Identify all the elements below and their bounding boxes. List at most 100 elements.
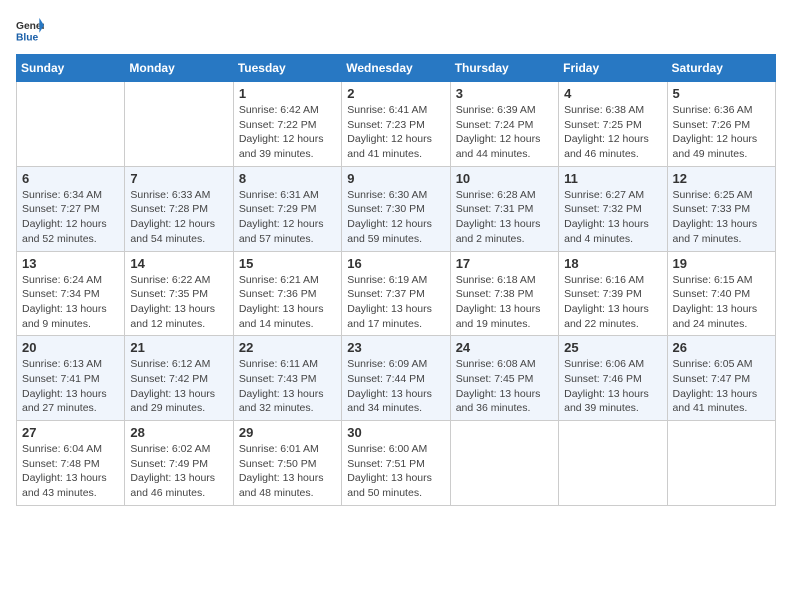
- day-number: 13: [22, 256, 119, 271]
- day-number: 11: [564, 171, 661, 186]
- weekday-header-sunday: Sunday: [17, 55, 125, 82]
- day-info: Sunrise: 6:28 AM Sunset: 7:31 PM Dayligh…: [456, 188, 553, 247]
- day-info: Sunrise: 6:19 AM Sunset: 7:37 PM Dayligh…: [347, 273, 444, 332]
- calendar-cell: 20Sunrise: 6:13 AM Sunset: 7:41 PM Dayli…: [17, 336, 125, 421]
- calendar-cell: 8 Sunrise: 6:31 AM Sunset: 7:29 PM Daylig…: [233, 166, 341, 251]
- day-number: 18: [564, 256, 661, 271]
- day-number: 8: [239, 171, 336, 186]
- day-info: Sunrise: 6:00 AM Sunset: 7:51 PM Dayligh…: [347, 442, 444, 501]
- day-info: Sunrise: 6:05 AM Sunset: 7:47 PM Dayligh…: [673, 357, 770, 416]
- day-info: Sunrise: 6:39 AM Sunset: 7:24 PM Dayligh…: [456, 103, 553, 162]
- day-number: 24: [456, 340, 553, 355]
- day-number: 27: [22, 425, 119, 440]
- weekday-header-wednesday: Wednesday: [342, 55, 450, 82]
- calendar-cell: 26 Sunrise: 6:05 AM Sunset: 7:47 PM Dayli…: [667, 336, 775, 421]
- day-number: 4: [564, 86, 661, 101]
- day-number: 15: [239, 256, 336, 271]
- calendar-cell: 19 Sunrise: 6:15 AM Sunset: 7:40 PM Dayli…: [667, 251, 775, 336]
- day-number: 10: [456, 171, 553, 186]
- day-info: Sunrise: 6:25 AM Sunset: 7:33 PM Dayligh…: [673, 188, 770, 247]
- calendar-header-row: SundayMondayTuesdayWednesdayThursdayFrid…: [17, 55, 776, 82]
- calendar-cell: 13 Sunrise: 6:24 AM Sunset: 7:34 PM Dayli…: [17, 251, 125, 336]
- calendar-cell: 3 Sunrise: 6:39 AM Sunset: 7:24 PM Daylig…: [450, 82, 558, 167]
- calendar-cell: 5 Sunrise: 6:36 AM Sunset: 7:26 PM Daylig…: [667, 82, 775, 167]
- calendar-cell: 18 Sunrise: 6:16 AM Sunset: 7:39 PM Dayli…: [559, 251, 667, 336]
- day-number: 30: [347, 425, 444, 440]
- day-number: 14: [130, 256, 227, 271]
- calendar-cell: 7 Sunrise: 6:33 AM Sunset: 7:28 PM Daylig…: [125, 166, 233, 251]
- calendar-cell: 22Sunrise: 6:11 AM Sunset: 7:43 PM Dayli…: [233, 336, 341, 421]
- day-info: Sunrise: 6:33 AM Sunset: 7:28 PM Dayligh…: [130, 188, 227, 247]
- day-number: 5: [673, 86, 770, 101]
- calendar-cell: 6 Sunrise: 6:34 AM Sunset: 7:27 PM Daylig…: [17, 166, 125, 251]
- calendar-cell: 23 Sunrise: 6:09 AM Sunset: 7:44 PM Dayli…: [342, 336, 450, 421]
- weekday-header-tuesday: Tuesday: [233, 55, 341, 82]
- calendar-cell: [17, 82, 125, 167]
- svg-text:Blue: Blue: [16, 32, 39, 43]
- day-info: Sunrise: 6:04 AM Sunset: 7:48 PM Dayligh…: [22, 442, 119, 501]
- day-info: Sunrise: 6:09 AM Sunset: 7:44 PM Dayligh…: [347, 357, 444, 416]
- day-info: Sunrise: 6:15 AM Sunset: 7:40 PM Dayligh…: [673, 273, 770, 332]
- calendar-cell: 25 Sunrise: 6:06 AM Sunset: 7:46 PM Dayli…: [559, 336, 667, 421]
- day-number: 12: [673, 171, 770, 186]
- day-number: 19: [673, 256, 770, 271]
- day-number: 1: [239, 86, 336, 101]
- day-info: Sunrise: 6:22 AM Sunset: 7:35 PM Dayligh…: [130, 273, 227, 332]
- calendar-cell: 1Sunrise: 6:42 AM Sunset: 7:22 PM Daylig…: [233, 82, 341, 167]
- calendar-cell: 12 Sunrise: 6:25 AM Sunset: 7:33 PM Dayli…: [667, 166, 775, 251]
- calendar-week-4: 20Sunrise: 6:13 AM Sunset: 7:41 PM Dayli…: [17, 336, 776, 421]
- day-info: Sunrise: 6:18 AM Sunset: 7:38 PM Dayligh…: [456, 273, 553, 332]
- day-number: 6: [22, 171, 119, 186]
- day-number: 16: [347, 256, 444, 271]
- day-info: Sunrise: 6:36 AM Sunset: 7:26 PM Dayligh…: [673, 103, 770, 162]
- day-info: Sunrise: 6:31 AM Sunset: 7:29 PM Dayligh…: [239, 188, 336, 247]
- day-info: Sunrise: 6:06 AM Sunset: 7:46 PM Dayligh…: [564, 357, 661, 416]
- day-info: Sunrise: 6:01 AM Sunset: 7:50 PM Dayligh…: [239, 442, 336, 501]
- weekday-header-saturday: Saturday: [667, 55, 775, 82]
- day-number: 26: [673, 340, 770, 355]
- day-info: Sunrise: 6:24 AM Sunset: 7:34 PM Dayligh…: [22, 273, 119, 332]
- calendar-cell: 15 Sunrise: 6:21 AM Sunset: 7:36 PM Dayli…: [233, 251, 341, 336]
- calendar-body: 1Sunrise: 6:42 AM Sunset: 7:22 PM Daylig…: [17, 82, 776, 506]
- calendar-week-2: 6 Sunrise: 6:34 AM Sunset: 7:27 PM Daylig…: [17, 166, 776, 251]
- day-info: Sunrise: 6:27 AM Sunset: 7:32 PM Dayligh…: [564, 188, 661, 247]
- day-number: 7: [130, 171, 227, 186]
- day-info: Sunrise: 6:30 AM Sunset: 7:30 PM Dayligh…: [347, 188, 444, 247]
- calendar-week-3: 13 Sunrise: 6:24 AM Sunset: 7:34 PM Dayli…: [17, 251, 776, 336]
- calendar-cell: 28Sunrise: 6:02 AM Sunset: 7:49 PM Dayli…: [125, 421, 233, 506]
- calendar-week-1: 1Sunrise: 6:42 AM Sunset: 7:22 PM Daylig…: [17, 82, 776, 167]
- calendar-table: SundayMondayTuesdayWednesdayThursdayFrid…: [16, 54, 776, 506]
- day-number: 25: [564, 340, 661, 355]
- calendar-cell: 4 Sunrise: 6:38 AM Sunset: 7:25 PM Daylig…: [559, 82, 667, 167]
- day-info: Sunrise: 6:41 AM Sunset: 7:23 PM Dayligh…: [347, 103, 444, 162]
- day-info: Sunrise: 6:12 AM Sunset: 7:42 PM Dayligh…: [130, 357, 227, 416]
- day-info: Sunrise: 6:34 AM Sunset: 7:27 PM Dayligh…: [22, 188, 119, 247]
- calendar-cell: [667, 421, 775, 506]
- day-number: 23: [347, 340, 444, 355]
- calendar-cell: 30 Sunrise: 6:00 AM Sunset: 7:51 PM Dayli…: [342, 421, 450, 506]
- calendar-cell: 2 Sunrise: 6:41 AM Sunset: 7:23 PM Daylig…: [342, 82, 450, 167]
- day-info: Sunrise: 6:02 AM Sunset: 7:49 PM Dayligh…: [130, 442, 227, 501]
- calendar-cell: 27 Sunrise: 6:04 AM Sunset: 7:48 PM Dayli…: [17, 421, 125, 506]
- day-number: 3: [456, 86, 553, 101]
- logo: General Blue: [16, 16, 48, 44]
- day-info: Sunrise: 6:11 AM Sunset: 7:43 PM Dayligh…: [239, 357, 336, 416]
- day-info: Sunrise: 6:21 AM Sunset: 7:36 PM Dayligh…: [239, 273, 336, 332]
- calendar-cell: 17 Sunrise: 6:18 AM Sunset: 7:38 PM Dayli…: [450, 251, 558, 336]
- day-number: 9: [347, 171, 444, 186]
- day-info: Sunrise: 6:38 AM Sunset: 7:25 PM Dayligh…: [564, 103, 661, 162]
- day-number: 17: [456, 256, 553, 271]
- calendar-cell: 11 Sunrise: 6:27 AM Sunset: 7:32 PM Dayli…: [559, 166, 667, 251]
- day-info: Sunrise: 6:16 AM Sunset: 7:39 PM Dayligh…: [564, 273, 661, 332]
- calendar-cell: 10 Sunrise: 6:28 AM Sunset: 7:31 PM Dayli…: [450, 166, 558, 251]
- weekday-header-thursday: Thursday: [450, 55, 558, 82]
- calendar-week-5: 27 Sunrise: 6:04 AM Sunset: 7:48 PM Dayli…: [17, 421, 776, 506]
- day-number: 29: [239, 425, 336, 440]
- calendar-cell: 29 Sunrise: 6:01 AM Sunset: 7:50 PM Dayli…: [233, 421, 341, 506]
- day-number: 2: [347, 86, 444, 101]
- weekday-header-monday: Monday: [125, 55, 233, 82]
- calendar-cell: [559, 421, 667, 506]
- day-info: Sunrise: 6:13 AM Sunset: 7:41 PM Dayligh…: [22, 357, 119, 416]
- logo-icon: General Blue: [16, 16, 44, 44]
- calendar-cell: 21Sunrise: 6:12 AM Sunset: 7:42 PM Dayli…: [125, 336, 233, 421]
